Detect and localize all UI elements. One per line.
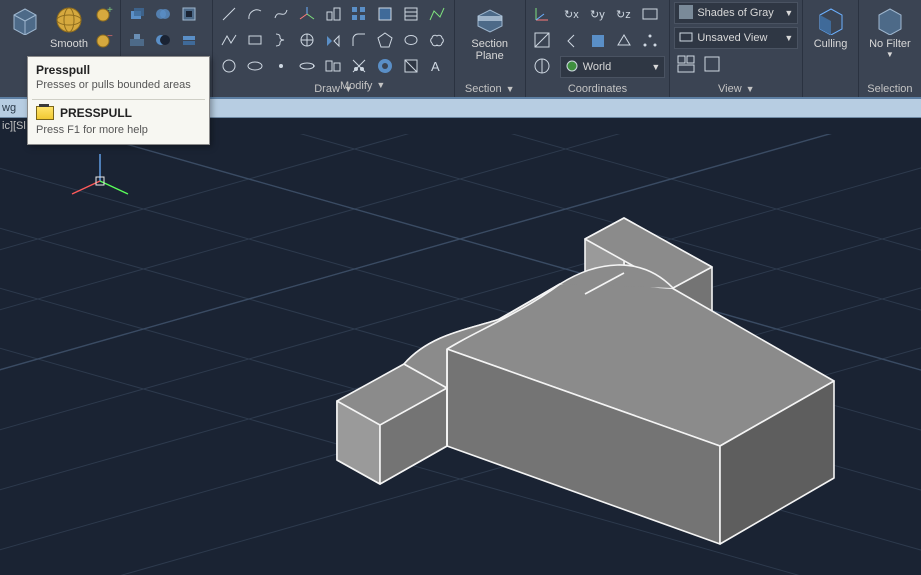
section-plane-button[interactable]: Section Plane xyxy=(462,2,518,81)
tooltip-title: Presspull xyxy=(28,57,209,79)
panel-section-label[interactable]: Section▼ xyxy=(459,81,521,97)
view-icon xyxy=(679,30,693,47)
panel-modify-label[interactable]: Modify▼ xyxy=(340,80,385,92)
sphere-plus-icon[interactable]: + xyxy=(92,2,116,26)
ucs-prev-icon[interactable] xyxy=(560,29,584,53)
panel-draw: A Draw▼ xyxy=(213,0,454,97)
svg-text:↻y: ↻y xyxy=(590,9,605,21)
arc-icon[interactable] xyxy=(243,2,267,26)
culling-button[interactable]: Culling xyxy=(809,2,853,81)
revcloud-icon[interactable] xyxy=(425,28,449,52)
circle-icon[interactable] xyxy=(217,54,241,78)
no-filter-icon xyxy=(874,4,906,36)
culling-icon xyxy=(815,4,847,36)
array-3d-icon[interactable] xyxy=(347,2,371,26)
panel-coords: ↻x ↻y ↻z World ▼ Coordinates xyxy=(526,0,671,97)
saved-view-dropdown[interactable]: Unsaved View ▼ xyxy=(674,27,798,49)
sphere-icon xyxy=(53,4,85,36)
trim-icon[interactable] xyxy=(347,54,371,78)
ucs-face-icon[interactable] xyxy=(612,29,636,53)
move-3d-icon[interactable] xyxy=(295,2,319,26)
ucs-world-dropdown[interactable]: World ▼ xyxy=(560,56,666,78)
polygon-icon[interactable] xyxy=(373,28,397,52)
panel-draw-label[interactable]: Draw▼ xyxy=(217,81,449,97)
no-filter-label: No Filter xyxy=(869,38,911,50)
section-plane-label: Section Plane xyxy=(471,38,508,62)
visual-style-label: Shades of Gray xyxy=(697,7,773,19)
saved-view-label: Unsaved View xyxy=(697,32,767,44)
cursor-3d xyxy=(72,154,128,194)
smooth-label: Smooth xyxy=(50,38,88,50)
union-icon[interactable] xyxy=(151,2,175,26)
panel-selection: No Filter ▼ Selection xyxy=(859,0,921,97)
section-plane-icon xyxy=(474,4,506,36)
ucs-icon-2[interactable] xyxy=(530,28,554,52)
spline-icon[interactable] xyxy=(269,2,293,26)
ucs-icon-1[interactable] xyxy=(530,2,554,26)
tooltip-desc: Presses or pulls bounded areas xyxy=(28,79,209,99)
no-filter-button[interactable]: No Filter ▼ xyxy=(865,2,915,81)
text-icon[interactable]: A xyxy=(425,54,449,78)
viewport-canvas xyxy=(0,134,921,575)
ucs-icon-3[interactable] xyxy=(530,54,554,78)
svg-text:↻z: ↻z xyxy=(616,9,631,21)
helix-icon[interactable] xyxy=(269,28,293,52)
visual-style-dropdown[interactable]: Shades of Gray ▼ xyxy=(674,2,798,24)
command-prompt-icon xyxy=(36,106,54,120)
shell-icon[interactable] xyxy=(177,2,201,26)
rect-icon[interactable] xyxy=(243,28,267,52)
svg-text:↻x: ↻x xyxy=(564,9,579,21)
view-config-icon[interactable] xyxy=(674,52,698,76)
polyline-icon[interactable] xyxy=(217,28,241,52)
view-single-icon[interactable] xyxy=(700,52,724,76)
tab-fragment: wg xyxy=(2,102,16,114)
wipeout-icon[interactable] xyxy=(399,54,423,78)
panel-view-label[interactable]: View▼ xyxy=(674,81,798,97)
viewport-3d[interactable] xyxy=(0,134,921,575)
scale-3d-icon[interactable] xyxy=(321,2,345,26)
tooltip-command: PRESSPULL xyxy=(60,106,132,120)
ucs-view-icon[interactable] xyxy=(638,2,662,26)
ucs-z-icon[interactable]: ↻z xyxy=(612,2,636,26)
model-solid xyxy=(337,218,834,544)
line-icon[interactable] xyxy=(217,2,241,26)
rotate-3d-icon[interactable] xyxy=(295,54,319,78)
region-icon[interactable] xyxy=(373,2,397,26)
boundary-icon[interactable] xyxy=(399,28,423,52)
gizmo-icon[interactable] xyxy=(295,28,319,52)
box-icon xyxy=(9,4,41,36)
panel-selection-label: Selection xyxy=(863,81,917,97)
ucs-obj-icon[interactable] xyxy=(586,29,610,53)
align-icon[interactable] xyxy=(321,54,345,78)
panel-view: Shades of Gray ▼ Unsaved View ▼ View▼ xyxy=(670,0,803,97)
tooltip-help: Press F1 for more help xyxy=(28,122,209,144)
tooltip-presspull: Presspull Presses or pulls bounded areas… xyxy=(27,56,210,145)
point-icon[interactable] xyxy=(269,54,293,78)
extrude-face-icon[interactable] xyxy=(125,2,149,26)
subtract-icon[interactable] xyxy=(151,28,175,52)
presspull-icon[interactable] xyxy=(125,28,149,52)
globe-icon xyxy=(565,59,579,76)
ucs-x-icon[interactable]: ↻x xyxy=(560,2,584,26)
style-swatch-icon xyxy=(679,5,693,22)
thicken-icon[interactable] xyxy=(177,28,201,52)
svg-text:−: − xyxy=(107,31,113,42)
svg-text:A: A xyxy=(431,59,440,74)
ellipse-icon[interactable] xyxy=(243,54,267,78)
sphere-minus-icon[interactable]: − xyxy=(92,28,116,52)
tooltip-command-row: PRESSPULL xyxy=(28,100,209,122)
svg-text:+: + xyxy=(107,5,113,16)
panel-culling: Culling xyxy=(803,0,858,97)
donut-icon[interactable] xyxy=(373,54,397,78)
ucs-y-icon[interactable]: ↻y xyxy=(586,2,610,26)
ucs-world-label: World xyxy=(583,61,612,73)
panel-section: Section Plane Section▼ xyxy=(455,0,526,97)
ucs-3p-icon[interactable] xyxy=(638,29,662,53)
hatch-icon[interactable] xyxy=(399,2,423,26)
culling-label: Culling xyxy=(814,38,848,50)
mirror-3d-icon[interactable] xyxy=(321,28,345,52)
3dpoly-icon[interactable] xyxy=(425,2,449,26)
fillet-edge-icon[interactable] xyxy=(347,28,371,52)
panel-coords-label[interactable]: Coordinates xyxy=(530,81,666,97)
